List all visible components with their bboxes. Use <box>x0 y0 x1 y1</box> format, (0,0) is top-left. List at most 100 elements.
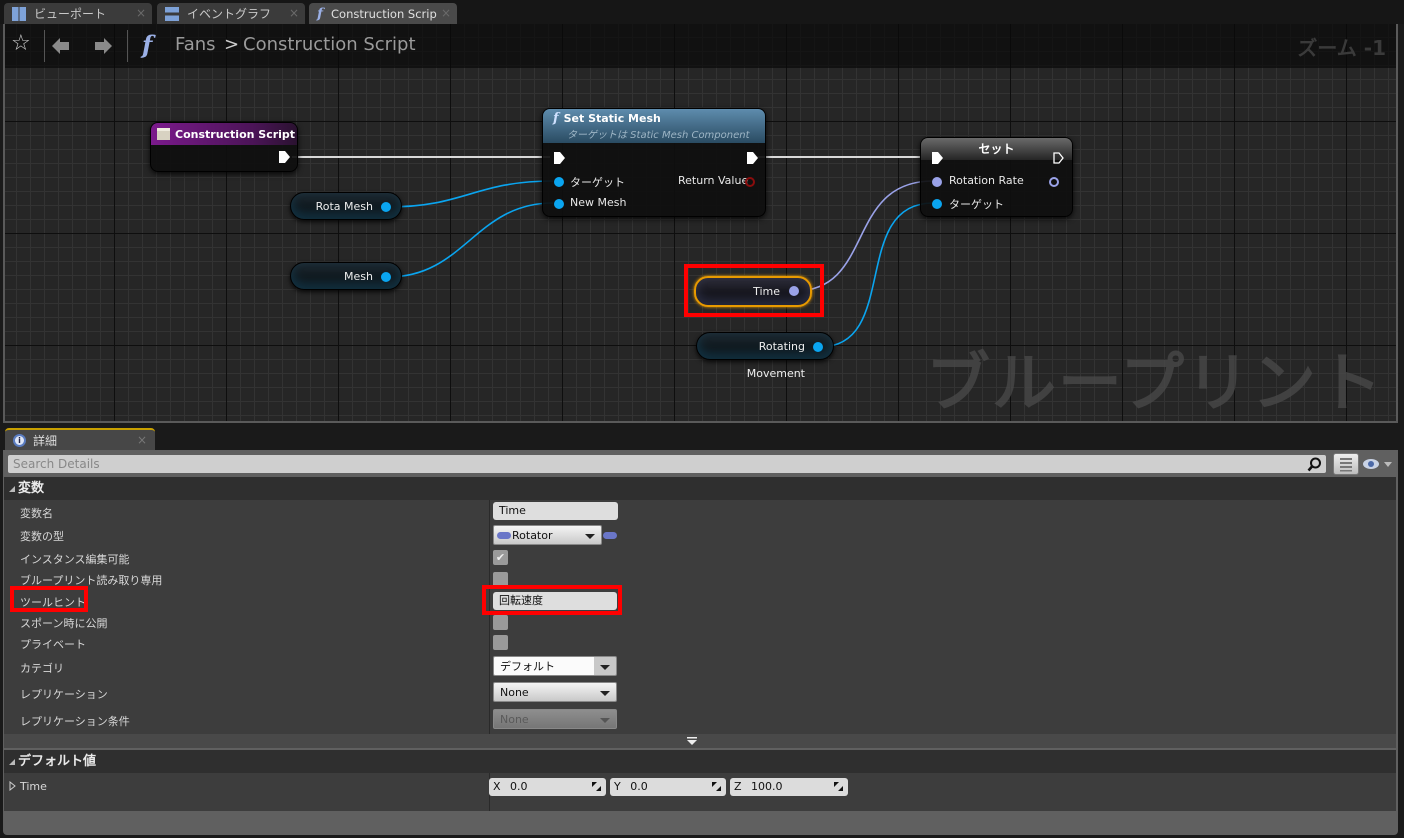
highlight-box <box>10 586 88 612</box>
exec-out-pin[interactable] <box>1053 152 1064 164</box>
object-pin[interactable] <box>813 342 823 352</box>
expand-arrow-icon[interactable] <box>9 781 16 791</box>
property-label: Time <box>20 780 47 793</box>
tab-event-graph[interactable]: イベントグラフ × <box>157 3 305 24</box>
rotating-movement-variable-node[interactable]: Rotating Movement <box>696 332 834 380</box>
replication-dropdown[interactable]: None <box>493 682 617 702</box>
chevron-down-icon <box>600 718 610 723</box>
drag-resize-icon <box>712 782 721 791</box>
category-combobox[interactable]: デフォルト <box>493 656 617 676</box>
target-pin[interactable] <box>554 177 564 187</box>
rota-mesh-variable-node[interactable]: Rota Mesh <box>290 192 402 220</box>
axis-label: X <box>493 780 501 793</box>
tab-label: イベントグラフ <box>187 7 272 21</box>
tab-details[interactable]: i 詳細 × <box>5 428 155 450</box>
function-icon: f <box>317 5 324 22</box>
variable-name: Rotating Movement <box>746 340 805 380</box>
return-value-pin[interactable] <box>745 177 755 187</box>
axis-label: Y <box>614 780 621 793</box>
property-label: レプリケーション条件 <box>20 715 130 728</box>
blueprint-graph-canvas[interactable]: ☆ f Fans > Construction Script ズーム -1 ブル… <box>3 24 1398 423</box>
chevron-down-icon <box>600 691 610 696</box>
object-pin[interactable] <box>381 202 391 212</box>
time-y-input[interactable]: Y 0.0 <box>610 778 726 796</box>
node-header: セット <box>921 138 1072 160</box>
expose-on-spawn-checkbox[interactable] <box>493 615 508 630</box>
close-icon[interactable]: × <box>137 433 147 447</box>
rotator-type-icon <box>497 532 511 539</box>
rotation-rate-out-pin[interactable] <box>1049 177 1059 187</box>
container-type-icon[interactable] <box>603 532 617 539</box>
object-wire <box>387 180 554 208</box>
exec-in-pin[interactable] <box>554 152 565 164</box>
pin-label: ターゲット <box>949 198 1004 211</box>
property-label: 変数名 <box>20 507 53 520</box>
document-tab-bar: ビューポート × イベントグラフ × f Construction Scrip … <box>0 0 1404 24</box>
visibility-eye-icon[interactable] <box>1362 457 1396 471</box>
property-label: プライベート <box>20 638 86 651</box>
node-header: Construction Script <box>151 123 297 145</box>
highlight-box <box>482 585 622 615</box>
close-icon[interactable]: × <box>441 6 451 20</box>
node-subtitle: ターゲットは Static Mesh Component <box>567 130 750 141</box>
section-variables-header[interactable]: 変数 <box>4 477 1396 500</box>
tab-label: Construction Scrip <box>331 6 437 21</box>
time-x-input[interactable]: X 0.0 <box>489 778 606 796</box>
variable-type-dropdown[interactable]: Rotator <box>493 525 602 545</box>
drag-resize-icon <box>834 782 843 791</box>
function-icon: f <box>553 111 559 126</box>
search-icon[interactable] <box>1307 457 1322 472</box>
highlight-box <box>684 264 824 317</box>
exec-in-pin[interactable] <box>932 152 943 164</box>
mesh-variable-node[interactable]: Mesh <box>290 262 402 290</box>
advanced-expander[interactable] <box>4 734 1396 748</box>
rotation-rate-pin[interactable] <box>932 177 942 187</box>
property-matrix-button[interactable] <box>1333 453 1359 475</box>
viewport-grid-icon <box>12 6 26 21</box>
entry-icon <box>157 128 170 140</box>
variable-name-input[interactable]: Time <box>493 502 618 520</box>
set-static-mesh-node[interactable]: f Set Static Mesh ターゲットは Static Mesh Com… <box>542 108 766 217</box>
axis-value: 0.0 <box>510 780 528 793</box>
tab-viewport[interactable]: ビューポート × <box>4 3 152 24</box>
dropdown-value: デフォルト <box>500 660 555 673</box>
new-mesh-pin[interactable] <box>554 199 564 209</box>
close-icon[interactable]: × <box>289 6 299 20</box>
variables-rows: 変数名 Time 変数の型 Rotator インスタンス編集可能 ✔ ブループリ… <box>4 500 1396 734</box>
exec-out-pin[interactable] <box>279 151 290 163</box>
set-node[interactable]: セット Rotation Rate ターゲット <box>920 137 1073 217</box>
object-pin[interactable] <box>381 272 391 282</box>
expand-down-icon <box>687 737 697 745</box>
close-icon[interactable]: × <box>136 6 146 20</box>
object-wire <box>387 202 554 278</box>
pin-label: Rotation Rate <box>949 174 1024 187</box>
event-graph-icon <box>165 6 179 21</box>
tab-construction-script[interactable]: f Construction Scrip × <box>309 3 457 24</box>
private-checkbox[interactable] <box>493 635 508 650</box>
info-magnifier-icon: i <box>13 433 26 447</box>
exec-out-pin[interactable] <box>747 152 758 164</box>
axis-value: 0.0 <box>630 780 648 793</box>
node-title: Set Static Mesh <box>563 112 661 125</box>
node-title: セット <box>978 142 1015 156</box>
dropdown-value: None <box>500 713 529 726</box>
variable-name: Rota Mesh <box>315 200 373 213</box>
property-label: スポーン時に公開 <box>20 617 108 630</box>
target-pin[interactable] <box>932 199 942 209</box>
section-title: 変数 <box>18 481 45 496</box>
property-label: レプリケーション <box>20 688 108 701</box>
axis-value: 100.0 <box>751 780 783 793</box>
grid-list-icon <box>1340 458 1352 472</box>
column-divider[interactable] <box>489 500 490 734</box>
section-default-value-header[interactable]: デフォルト値 <box>4 750 1396 773</box>
node-header: f Set Static Mesh ターゲットは Static Mesh Com… <box>543 109 765 143</box>
construction-script-node[interactable]: Construction Script <box>150 122 298 172</box>
property-label: 変数の型 <box>20 530 64 543</box>
variable-name: Mesh <box>344 270 373 283</box>
chevron-down-icon <box>600 665 610 670</box>
pin-label: ターゲット <box>570 176 625 189</box>
instance-editable-checkbox[interactable]: ✔ <box>493 550 508 565</box>
time-z-input[interactable]: Z 100.0 <box>730 778 848 796</box>
search-details-input[interactable]: Search Details <box>8 455 1326 473</box>
section-title: デフォルト値 <box>18 754 97 769</box>
